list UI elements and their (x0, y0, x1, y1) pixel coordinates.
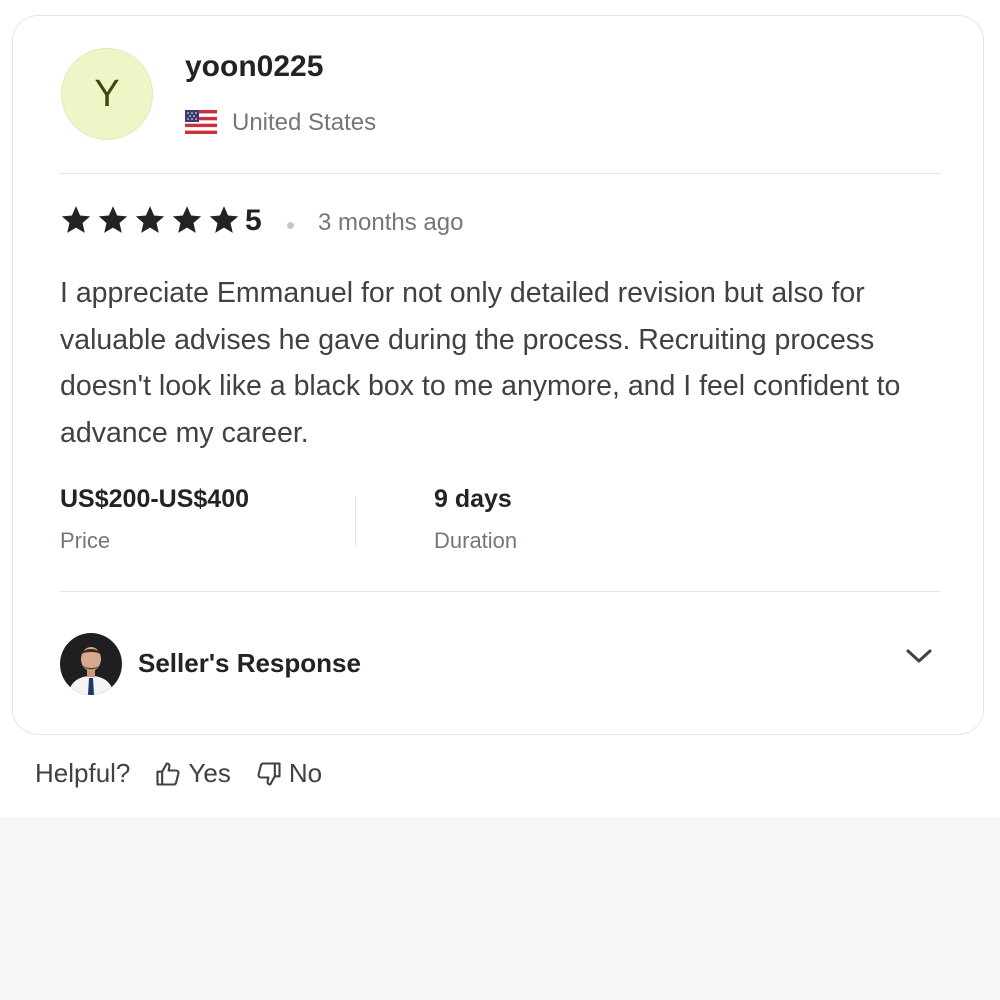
page-background-footer (0, 817, 1000, 1000)
seller-avatar (60, 633, 122, 695)
thumbs-up-icon (156, 761, 180, 786)
review-time: 3 months ago (318, 209, 464, 236)
price-value: US$200-US$400 (60, 485, 250, 513)
review-card: Y yoon0225 United States 5 3 months ago … (12, 15, 984, 735)
price-label: Price (60, 528, 111, 553)
duration-label: Duration (434, 528, 518, 553)
reviewer-avatar: Y (61, 48, 153, 140)
star-icon (135, 206, 165, 233)
reviewer-country: United States (232, 109, 377, 136)
separator-dot (287, 222, 294, 229)
review-text: I appreciate Emmanuel for not only detai… (60, 277, 901, 449)
rating-value: 5 (245, 204, 262, 237)
star-icon (98, 206, 128, 233)
helpful-yes-button[interactable]: Yes (154, 758, 231, 789)
star-icon (61, 206, 91, 233)
helpful-no-label: No (288, 758, 323, 788)
avatar-initial: Y (94, 72, 120, 115)
chevron-down-icon[interactable] (903, 644, 935, 668)
meta-divider (355, 496, 356, 546)
helpful-row: Helpful? Yes No (35, 758, 346, 789)
response-divider (60, 591, 940, 592)
us-flag-icon (185, 110, 217, 134)
reviewer-username: yoon0225 (185, 50, 324, 83)
star-icon (209, 206, 239, 233)
seller-response-label[interactable]: Seller's Response (138, 648, 361, 679)
helpful-yes-label: Yes (188, 758, 231, 788)
star-rating (59, 203, 241, 237)
helpful-label: Helpful? (35, 758, 131, 788)
star-icon (172, 206, 202, 233)
duration-value: 9 days (434, 485, 512, 513)
helpful-no-button[interactable]: No (255, 758, 322, 789)
thumbs-down-icon (257, 761, 281, 786)
header-divider (60, 173, 940, 174)
